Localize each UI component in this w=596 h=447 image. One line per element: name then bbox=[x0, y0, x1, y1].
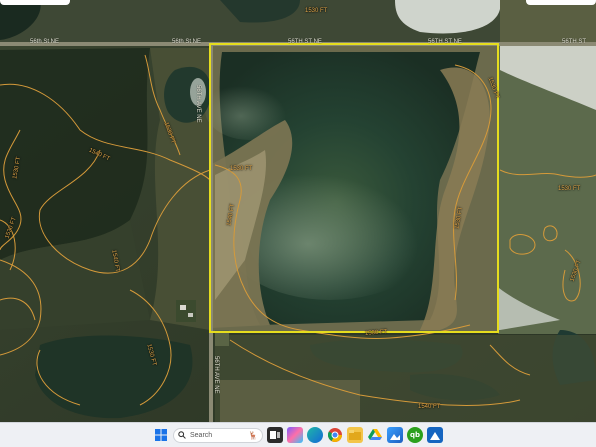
taskbar: Search 🦌 qb bbox=[0, 422, 596, 447]
contour-label: 1540 FT bbox=[418, 404, 441, 410]
chrome-icon[interactable] bbox=[327, 427, 343, 443]
taskbar-search[interactable]: Search 🦌 bbox=[173, 426, 263, 444]
app-icon[interactable] bbox=[427, 427, 443, 443]
aerial-imagery bbox=[0, 0, 596, 422]
search-placeholder: Search bbox=[190, 431, 213, 439]
road-label: 56th St NE bbox=[30, 39, 60, 45]
quickbooks-icon[interactable]: qb bbox=[407, 427, 423, 443]
road-label: 56TH AVE NE bbox=[213, 356, 219, 394]
task-view-icon[interactable] bbox=[267, 427, 283, 443]
copilot-icon[interactable] bbox=[287, 427, 303, 443]
road-label: 56TH ST bbox=[562, 39, 587, 45]
edge-icon[interactable] bbox=[307, 427, 323, 443]
road-label: 56th St NE bbox=[172, 39, 202, 45]
windows-start-icon[interactable] bbox=[153, 427, 169, 443]
contour-label: 1530 FT bbox=[558, 186, 581, 192]
search-highlight-icon: 🦌 bbox=[248, 430, 258, 440]
map-control-card[interactable] bbox=[526, 0, 596, 5]
search-icon bbox=[178, 426, 186, 444]
road-label: 56TH ST NE bbox=[428, 39, 462, 45]
photos-icon[interactable] bbox=[387, 427, 403, 443]
contour-label: 1530 FT bbox=[230, 166, 253, 172]
google-drive-icon[interactable] bbox=[367, 427, 383, 443]
contour-label: 1530 FT bbox=[305, 8, 328, 14]
map-view[interactable]: 56th St NE 56th St NE 56TH ST NE 56TH ST… bbox=[0, 0, 596, 422]
road-label: 56TH ST NE bbox=[288, 39, 322, 45]
road-label: 56TH AVE NE bbox=[195, 85, 201, 123]
map-control-card[interactable] bbox=[0, 0, 70, 5]
file-explorer-icon[interactable] bbox=[347, 427, 363, 443]
